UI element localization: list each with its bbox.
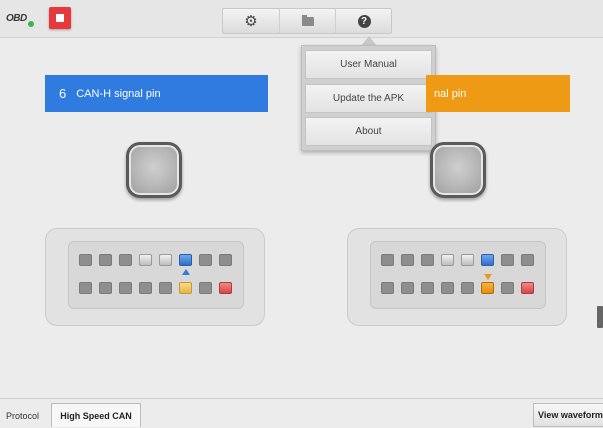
pin-11[interactable] — [421, 282, 434, 294]
gear-icon: ⚙ — [244, 13, 258, 30]
pin-10[interactable] — [99, 282, 112, 294]
pin-title: nal pin — [434, 87, 467, 100]
pin-16[interactable] — [521, 282, 534, 294]
pin-number: 6 — [59, 86, 67, 101]
pin-15[interactable] — [199, 282, 212, 294]
pin-1[interactable] — [79, 254, 92, 266]
pin-3[interactable] — [421, 254, 434, 266]
folder-icon — [302, 14, 314, 26]
stop-icon — [56, 14, 64, 22]
pin-14[interactable] — [481, 282, 494, 294]
right-obd-connector — [347, 228, 567, 326]
pin-13[interactable] — [159, 282, 172, 294]
pin-6[interactable] — [481, 254, 494, 266]
protocol-label: Protocol — [6, 411, 40, 421]
connection-status-icon — [28, 21, 34, 27]
pin-6[interactable] — [179, 254, 192, 266]
view-waveform-button[interactable]: View waveform — [533, 403, 603, 427]
protocol-value-tab[interactable]: High Speed CAN — [51, 403, 141, 427]
pin-13[interactable] — [461, 282, 474, 294]
pin-4[interactable] — [139, 254, 152, 266]
pin-7[interactable] — [199, 254, 212, 266]
help-button[interactable]: ? — [335, 9, 392, 33]
tool-group: ⚙ ? — [222, 8, 392, 34]
selected-pin-marker — [182, 269, 190, 275]
pin-8[interactable] — [521, 254, 534, 266]
pin-16[interactable] — [219, 282, 232, 294]
settings-button[interactable]: ⚙ — [223, 9, 279, 33]
pin-11[interactable] — [119, 282, 132, 294]
left-obd-connector — [45, 228, 265, 326]
connector-face — [370, 241, 546, 309]
stop-button[interactable] — [49, 7, 71, 29]
bottom-bar: Protocol High Speed CAN View waveform — [0, 398, 603, 428]
connector-face — [68, 241, 244, 309]
help-icon: ? — [357, 14, 371, 28]
pin-9[interactable] — [381, 282, 394, 294]
menu-item-update-apk[interactable]: Update the APK — [305, 84, 432, 113]
pin-title: CAN-H signal pin — [76, 87, 161, 100]
selected-pin-marker — [484, 274, 492, 280]
help-dropdown-menu: User Manual Update the APK About — [301, 45, 436, 151]
pin-12[interactable] — [441, 282, 454, 294]
pin-15[interactable] — [501, 282, 514, 294]
pin-2[interactable] — [99, 254, 112, 266]
pin-10[interactable] — [401, 282, 414, 294]
top-toolbar: OBD ⚙ ? — [0, 0, 603, 38]
obd-logo: OBD — [6, 13, 27, 24]
menu-item-about[interactable]: About — [305, 117, 432, 146]
pin-1[interactable] — [381, 254, 394, 266]
menu-item-user-manual[interactable]: User Manual — [305, 50, 432, 79]
pin-4[interactable] — [441, 254, 454, 266]
left-pin-title-bar: 6 CAN-H signal pin — [45, 75, 268, 112]
files-button[interactable] — [279, 9, 336, 33]
side-panel-handle[interactable] — [597, 306, 603, 328]
left-probe-button[interactable] — [126, 142, 182, 198]
pin-12[interactable] — [139, 282, 152, 294]
pin-5[interactable] — [461, 254, 474, 266]
right-pin-title-bar: nal pin — [426, 75, 570, 112]
pin-7[interactable] — [501, 254, 514, 266]
right-probe-button[interactable] — [430, 142, 486, 198]
pin-8[interactable] — [219, 254, 232, 266]
pin-2[interactable] — [401, 254, 414, 266]
pin-9[interactable] — [79, 282, 92, 294]
pin-5[interactable] — [159, 254, 172, 266]
pin-14[interactable] — [179, 282, 192, 294]
pin-3[interactable] — [119, 254, 132, 266]
